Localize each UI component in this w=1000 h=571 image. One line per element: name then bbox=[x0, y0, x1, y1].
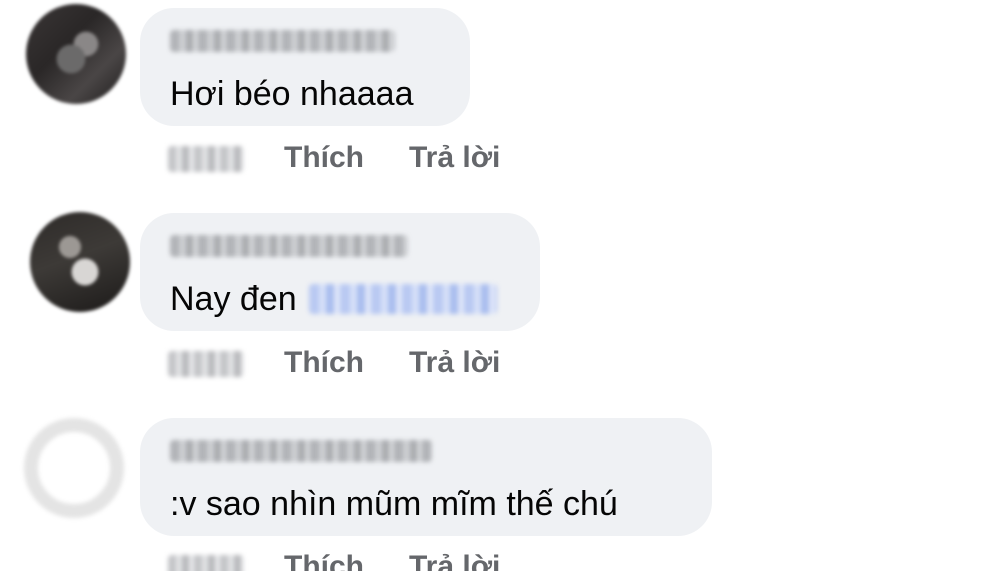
comment-text: Nay đen bbox=[170, 279, 497, 319]
author-name-redacted[interactable] bbox=[170, 30, 395, 52]
comment-bubble: :v sao nhìn mũm mĩm thế chú bbox=[140, 418, 712, 536]
like-button[interactable]: Thích bbox=[284, 547, 364, 571]
avatar[interactable] bbox=[30, 212, 130, 312]
reply-button[interactable]: Trả lời bbox=[409, 547, 500, 571]
comment-text-content: Nay đen bbox=[170, 280, 297, 318]
comment-bubble: Hơi béo nhaaaa bbox=[140, 8, 470, 126]
timestamp-redacted[interactable] bbox=[168, 555, 244, 571]
avatar[interactable] bbox=[24, 418, 124, 518]
reply-button[interactable]: Trả lời bbox=[409, 138, 500, 178]
reply-button[interactable]: Trả lời bbox=[409, 343, 500, 383]
author-name-redacted[interactable] bbox=[170, 440, 432, 462]
timestamp-redacted[interactable] bbox=[168, 351, 244, 377]
comment-text: Hơi béo nhaaaa bbox=[170, 75, 414, 113]
timestamp-redacted[interactable] bbox=[168, 146, 244, 172]
comment-text: :v sao nhìn mũm mĩm thế chú bbox=[170, 485, 618, 523]
comment-bubble: Nay đen bbox=[140, 213, 540, 331]
mention-tag-redacted[interactable] bbox=[308, 284, 497, 314]
author-name-redacted[interactable] bbox=[170, 235, 408, 257]
comment-thread: Hơi béo nhaaaa Thích Trả lời Nay đen Thí… bbox=[0, 0, 1000, 571]
avatar[interactable] bbox=[26, 4, 126, 104]
like-button[interactable]: Thích bbox=[284, 343, 364, 383]
like-button[interactable]: Thích bbox=[284, 138, 364, 178]
